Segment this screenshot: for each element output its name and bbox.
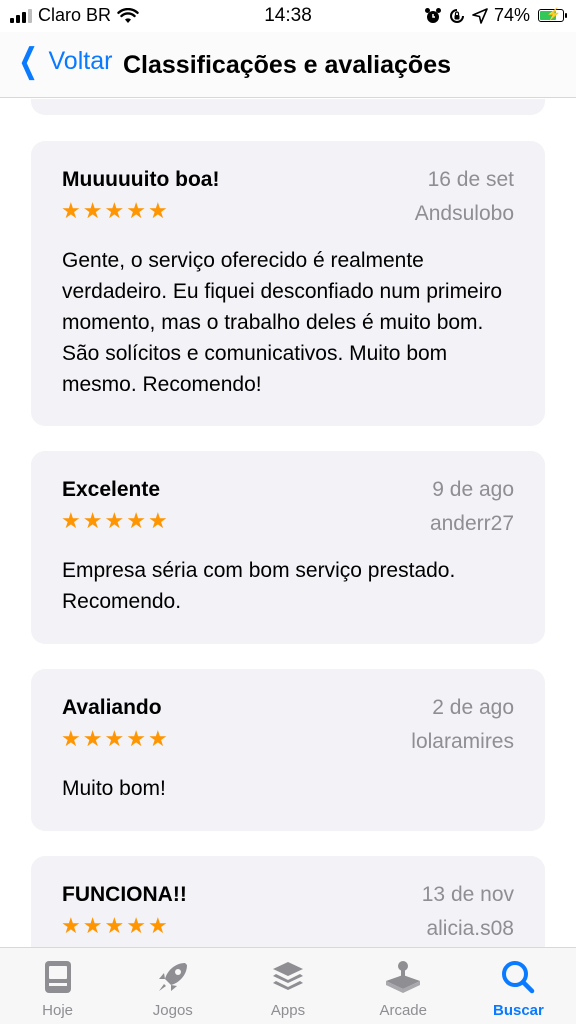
location-icon [472,7,488,24]
review-title: Avaliando [62,696,162,719]
star-icon: ★ [126,726,146,751]
star-rating: ★ ★ ★ ★ ★ [61,199,168,223]
star-icon: ★ [126,198,146,223]
star-icon: ★ [82,726,103,751]
rocket-icon [158,963,187,991]
tab-label: Buscar [492,1002,544,1019]
review-date: 13 de nov [421,883,514,906]
star-icon: ★ [104,198,125,223]
review-card[interactable]: Excelente 9 de ago ★ ★ ★ ★ ★ anderr27 Em… [31,451,545,644]
search-icon [502,961,535,994]
review-author: lolaramires [411,730,514,753]
alarm-icon [424,7,441,23]
review-author: Andsulobo [414,202,514,225]
star-icon: ★ [61,726,81,751]
star-icon: ★ [61,198,81,223]
charging-bolt-icon: ⚡ [546,7,561,21]
review-date: 2 de ago [432,696,514,719]
status-bar: Claro BR 14:38 74% ⚡ [0,0,576,32]
review-date: 16 de set [427,168,514,191]
review-body: Muito bom! [62,777,166,800]
tab-label: Arcade [379,1002,427,1019]
tab-arcade[interactable]: Arcade [346,948,461,1024]
star-rating: ★ ★ ★ ★ ★ [61,727,168,751]
star-icon: ★ [126,913,146,938]
review-title: Muuuuuito boa! [62,168,220,191]
star-icon: ★ [61,913,81,938]
joystick-icon [386,961,421,993]
star-icon: ★ [104,726,125,751]
tab-bar: Hoje Jogos Apps Arcade Buscar [0,947,576,1024]
back-button[interactable]: ❮ Voltar [14,42,113,80]
back-label: Voltar [48,46,113,75]
review-body: Gente, o serviço oferecido é realmente v… [62,249,503,396]
reviews-list[interactable]: Muuuuuito boa! 16 de set ★ ★ ★ ★ ★ Andsu… [0,99,576,947]
star-icon: ★ [82,508,103,533]
star-icon: ★ [147,198,168,223]
star-icon: ★ [61,508,81,533]
star-icon: ★ [147,726,168,751]
page-title: Classificações e avaliações [123,51,452,79]
rotation-lock-icon [450,8,464,23]
review-title: Excelente [62,478,161,501]
navigation-bar: ❮ Voltar Classificações e avaliações [0,32,576,98]
review-author: alicia.s08 [426,917,514,940]
star-icon: ★ [104,508,125,533]
tab-label: Apps [270,1002,306,1019]
star-rating: ★ ★ ★ ★ ★ [61,914,168,938]
star-icon: ★ [82,913,103,938]
tab-jogos[interactable]: Jogos [115,948,230,1024]
tab-hoje[interactable]: Hoje [0,948,115,1024]
star-icon: ★ [147,508,168,533]
tab-label: Jogos [152,1002,193,1019]
battery-percent: 74% [493,5,530,25]
review-card[interactable]: Muuuuuito boa! 16 de set ★ ★ ★ ★ ★ Andsu… [31,141,545,426]
tab-label: Hoje [42,1002,74,1019]
review-card[interactable]: FUNCIONA!! 13 de nov ★ ★ ★ ★ ★ alicia.s0… [31,856,545,947]
star-icon: ★ [126,508,146,533]
star-rating: ★ ★ ★ ★ ★ [61,509,168,533]
star-icon: ★ [147,913,168,938]
chevron-left-icon: ❮ [18,42,39,80]
today-icon [44,961,71,993]
tab-apps[interactable]: Apps [230,948,345,1024]
screen: Claro BR 14:38 74% ⚡ ❮ Voltar Classifica… [0,0,576,1024]
star-icon: ★ [82,198,103,223]
battery-icon: ⚡ [538,7,567,22]
review-date: 9 de ago [432,478,514,501]
star-icon: ★ [104,913,125,938]
tab-buscar[interactable]: Buscar [461,948,576,1024]
status-right: 74% ⚡ [424,5,567,26]
review-title: FUNCIONA!! [62,883,187,906]
apps-stack-icon [273,962,303,990]
review-author: anderr27 [429,512,514,535]
review-body: Empresa séria com bom serviço prestado. … [62,559,456,613]
review-card-previous [31,99,545,115]
review-card[interactable]: Avaliando 2 de ago ★ ★ ★ ★ ★ lolaramires… [31,669,545,831]
